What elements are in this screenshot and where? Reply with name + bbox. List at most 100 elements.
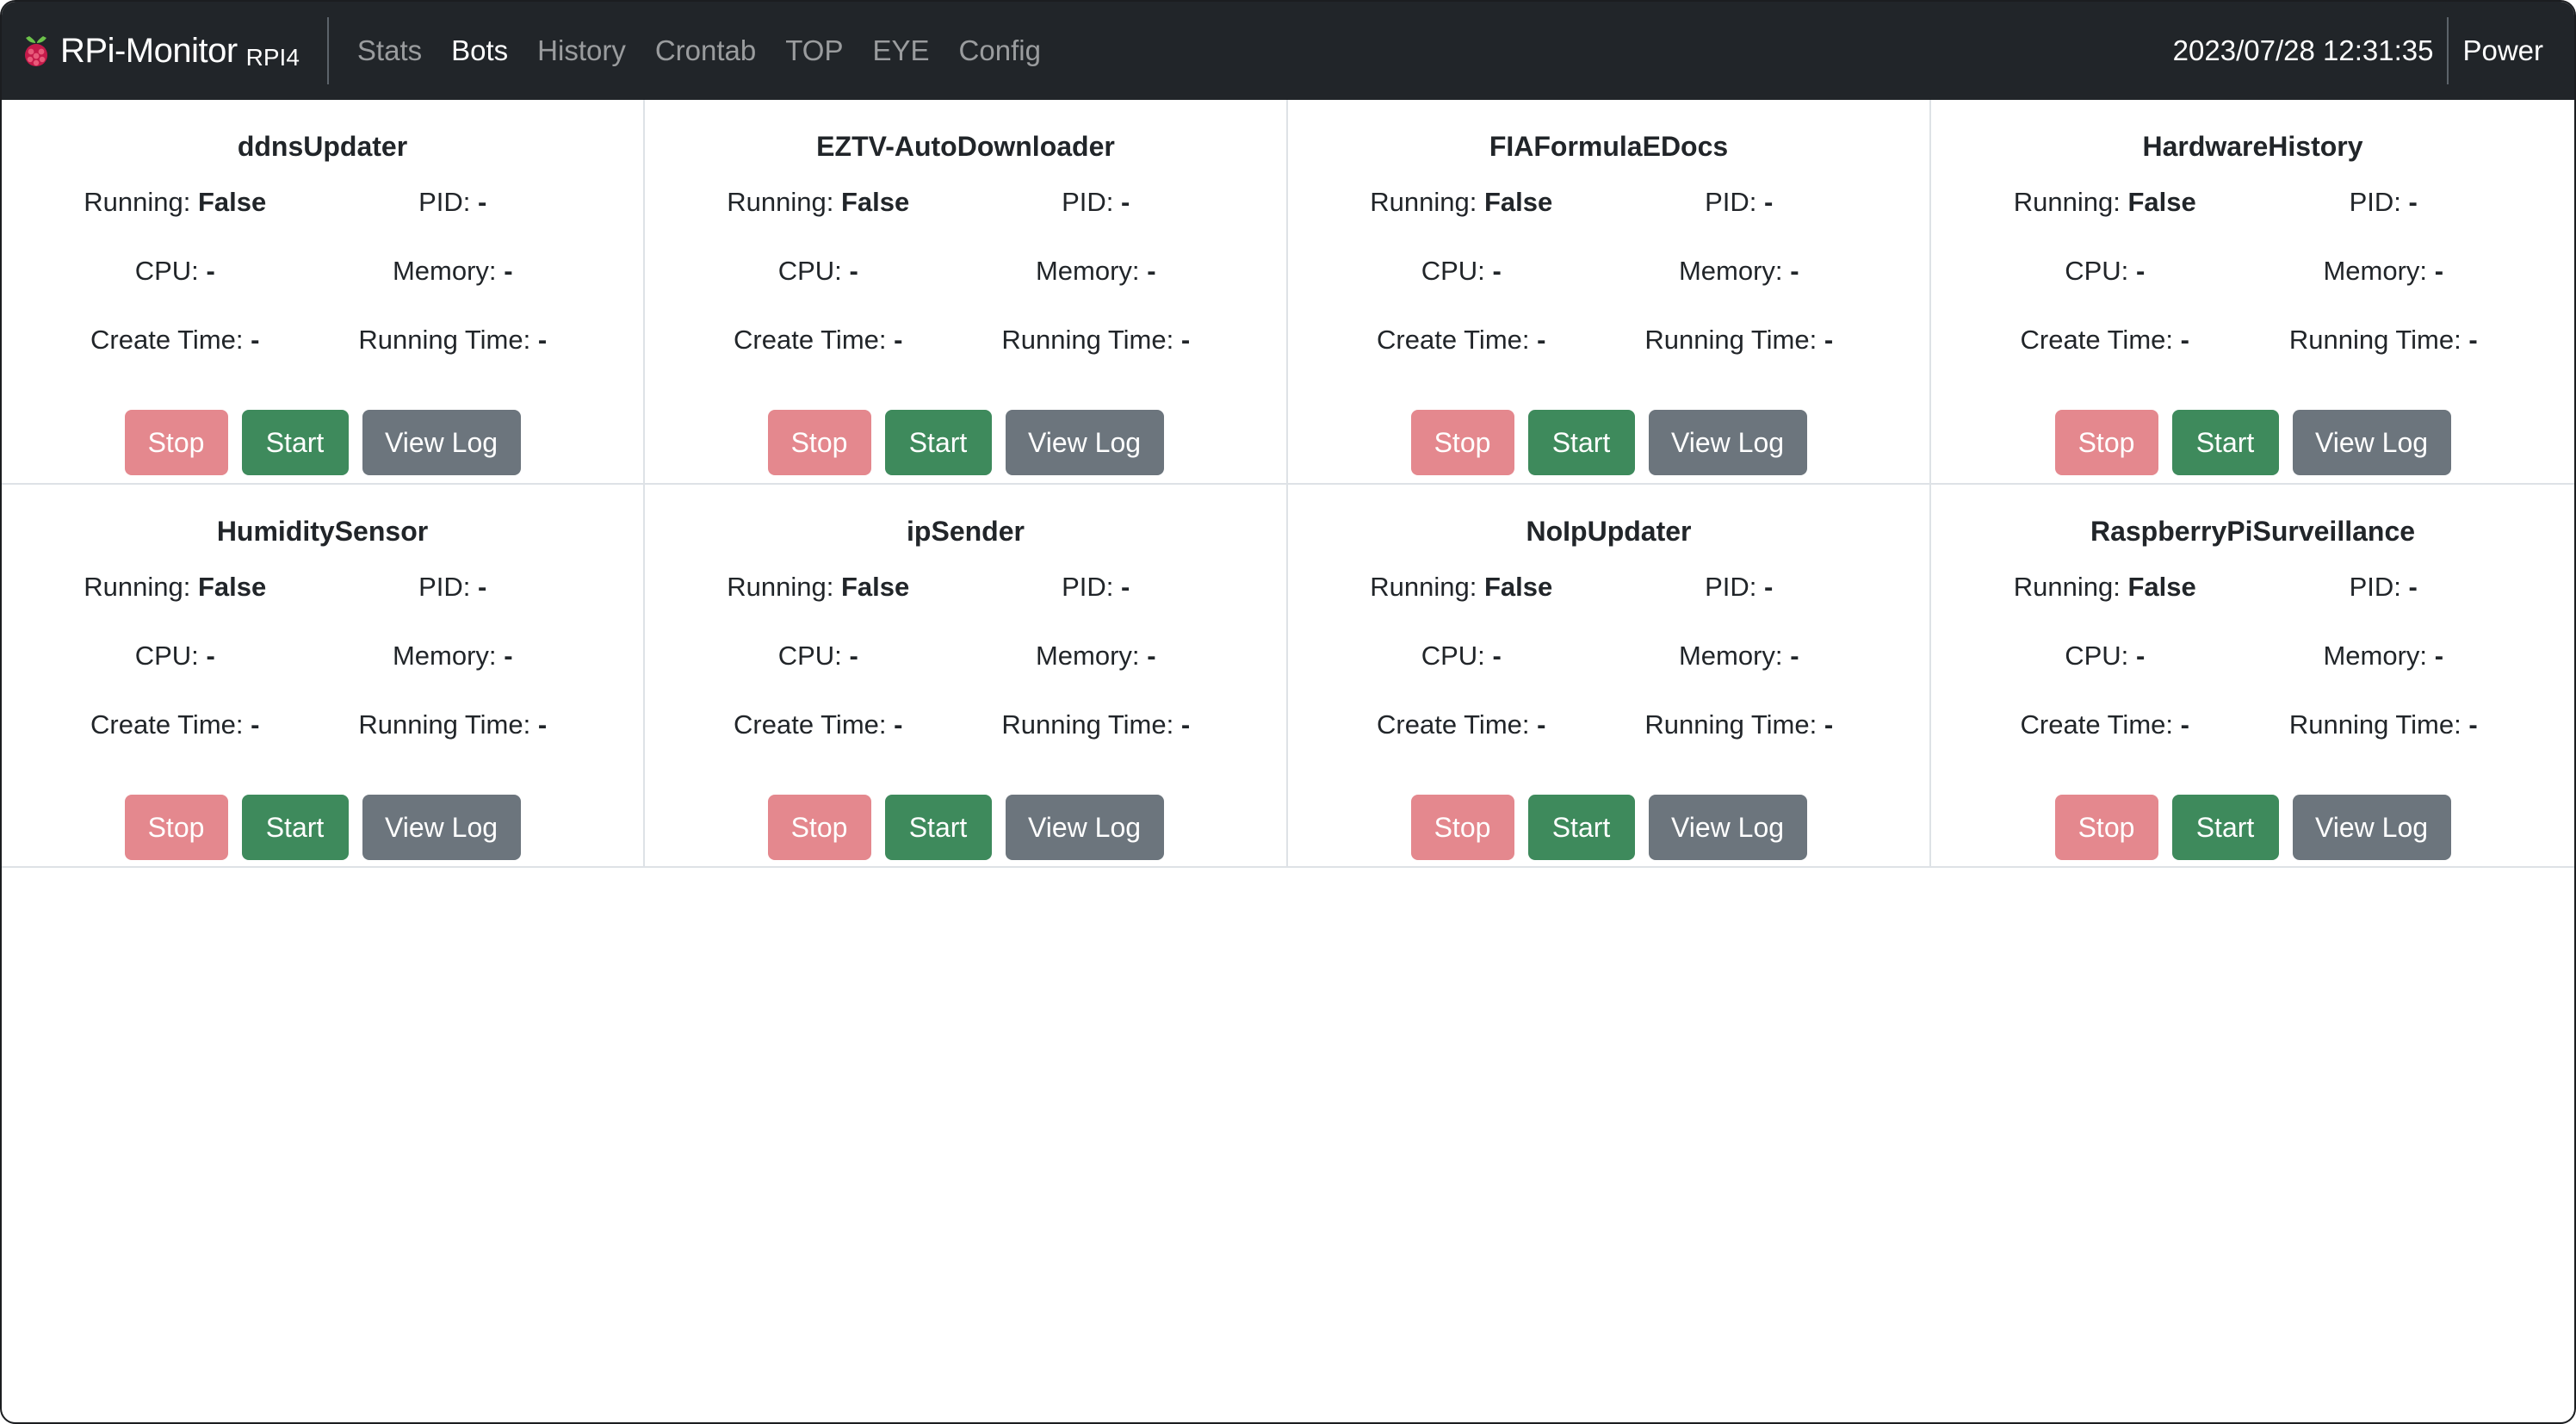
pid-value: - [1764, 187, 1774, 217]
create-time-stat: Create Time: - [1288, 324, 1609, 393]
pid-label: PID: [418, 572, 471, 602]
start-button[interactable]: Start [884, 795, 992, 860]
view-log-button[interactable]: View Log [2292, 410, 2451, 475]
memory-stat: Memory: - [323, 255, 644, 324]
memory-stat: Memory: - [1609, 640, 1930, 709]
running-value: False [197, 187, 267, 217]
pid-stat: PID: - [2253, 571, 2575, 640]
view-log-button[interactable]: View Log [1648, 410, 1807, 475]
bot-actions: Stop Start View Log [645, 795, 1286, 860]
stop-button[interactable]: Stop [767, 410, 871, 475]
nav-bots[interactable]: Bots [437, 34, 523, 67]
view-log-button[interactable]: View Log [1648, 795, 1807, 860]
running-time-label: Running Time: [1001, 709, 1174, 740]
stop-button[interactable]: Stop [124, 795, 228, 860]
nav-history[interactable]: History [523, 34, 641, 67]
nav-crontab[interactable]: Crontab [641, 34, 771, 67]
memory-stat: Memory: - [1609, 255, 1930, 324]
running-label: Running: [1370, 187, 1477, 217]
memory-stat: Memory: - [966, 640, 1287, 709]
running-stat: Running: False [2, 186, 323, 255]
pid-stat: PID: - [966, 571, 1287, 640]
start-button[interactable]: Start [241, 795, 349, 860]
brand-name: RPi-Monitor [60, 31, 238, 70]
create-time-value: - [894, 325, 903, 355]
view-log-button[interactable]: View Log [1005, 795, 1164, 860]
running-time-stat: Running Time: - [323, 709, 644, 777]
memory-value: - [504, 256, 513, 286]
cpu-stat: CPU: - [2, 255, 323, 324]
running-time-value: - [1180, 709, 1191, 740]
create-time-label: Create Time: [2020, 325, 2173, 355]
view-log-button[interactable]: View Log [362, 795, 521, 860]
cpu-label: CPU: [134, 256, 199, 286]
nav-eye[interactable]: EYE [858, 34, 944, 67]
pid-value: - [1764, 572, 1774, 602]
running-time-value: - [537, 325, 548, 355]
stop-button[interactable]: Stop [2054, 795, 2158, 860]
create-time-stat: Create Time: - [2, 709, 323, 777]
bot-actions: Stop Start View Log [1288, 795, 1929, 860]
view-log-button[interactable]: View Log [1005, 410, 1164, 475]
running-time-label: Running Time: [2288, 325, 2461, 355]
start-button[interactable]: Start [2171, 795, 2279, 860]
cpu-label: CPU: [2065, 641, 2129, 671]
running-label: Running: [2013, 187, 2121, 217]
start-button[interactable]: Start [1527, 795, 1635, 860]
cpu-value: - [206, 641, 215, 671]
cpu-label: CPU: [1421, 641, 1485, 671]
running-value: False [1483, 572, 1553, 602]
running-time-stat: Running Time: - [2253, 324, 2575, 393]
bot-card: EZTV-AutoDownloader Running: False PID: … [645, 100, 1288, 485]
bot-name: FIAFormulaEDocs [1489, 131, 1729, 162]
cpu-value: - [1492, 641, 1502, 671]
start-button[interactable]: Start [1527, 410, 1635, 475]
running-label: Running: [1370, 572, 1477, 602]
stop-button[interactable]: Stop [1410, 410, 1514, 475]
view-log-button[interactable]: View Log [362, 410, 521, 475]
nav-top[interactable]: TOP [771, 34, 858, 67]
memory-stat: Memory: - [2253, 255, 2575, 324]
stop-button[interactable]: Stop [2054, 410, 2158, 475]
power-menu[interactable]: Power [2447, 17, 2574, 84]
stop-button[interactable]: Stop [1410, 795, 1514, 860]
raspberry-pi-logo-icon [25, 36, 47, 66]
view-log-button[interactable]: View Log [2292, 795, 2451, 860]
navbar: RPi-Monitor RPI4 Stats Bots History Cron… [2, 2, 2574, 100]
running-time-label: Running Time: [358, 325, 531, 355]
running-label: Running: [727, 572, 834, 602]
running-value: False [2127, 187, 2196, 217]
memory-value: - [1147, 641, 1156, 671]
brand[interactable]: RPi-Monitor RPI4 [2, 17, 329, 84]
bot-stats: Running: False PID: - CPU: - Memory: - C… [1931, 186, 2574, 393]
bot-actions: Stop Start View Log [645, 410, 1286, 475]
cpu-label: CPU: [1421, 256, 1485, 286]
start-button[interactable]: Start [2171, 410, 2279, 475]
app-window: RPi-Monitor RPI4 Stats Bots History Cron… [0, 0, 2576, 1424]
pid-value: - [2408, 572, 2418, 602]
stop-button[interactable]: Stop [767, 795, 871, 860]
memory-label: Memory: [1678, 256, 1783, 286]
nav-stats[interactable]: Stats [343, 34, 437, 67]
start-button[interactable]: Start [241, 410, 349, 475]
memory-stat: Memory: - [966, 255, 1287, 324]
nav-config[interactable]: Config [944, 34, 1056, 67]
create-time-value: - [251, 709, 260, 740]
cpu-value: - [2135, 256, 2146, 286]
running-time-value: - [2468, 325, 2478, 355]
memory-label: Memory: [2323, 256, 2428, 286]
bot-card: NoIpUpdater Running: False PID: - CPU: -… [1288, 485, 1931, 868]
create-time-stat: Create Time: - [2, 324, 323, 393]
cpu-label: CPU: [777, 256, 842, 286]
memory-label: Memory: [1035, 256, 1140, 286]
start-button[interactable]: Start [884, 410, 992, 475]
pid-value: - [1121, 187, 1130, 217]
bot-actions: Stop Start View Log [1288, 410, 1929, 475]
stop-button[interactable]: Stop [124, 410, 228, 475]
bot-stats: Running: False PID: - CPU: - Memory: - C… [645, 186, 1286, 393]
create-time-label: Create Time: [1377, 325, 1530, 355]
pid-label: PID: [1705, 572, 1757, 602]
brand-subtitle: RPI4 [245, 44, 300, 71]
create-time-label: Create Time: [90, 709, 244, 740]
running-value: False [840, 187, 910, 217]
